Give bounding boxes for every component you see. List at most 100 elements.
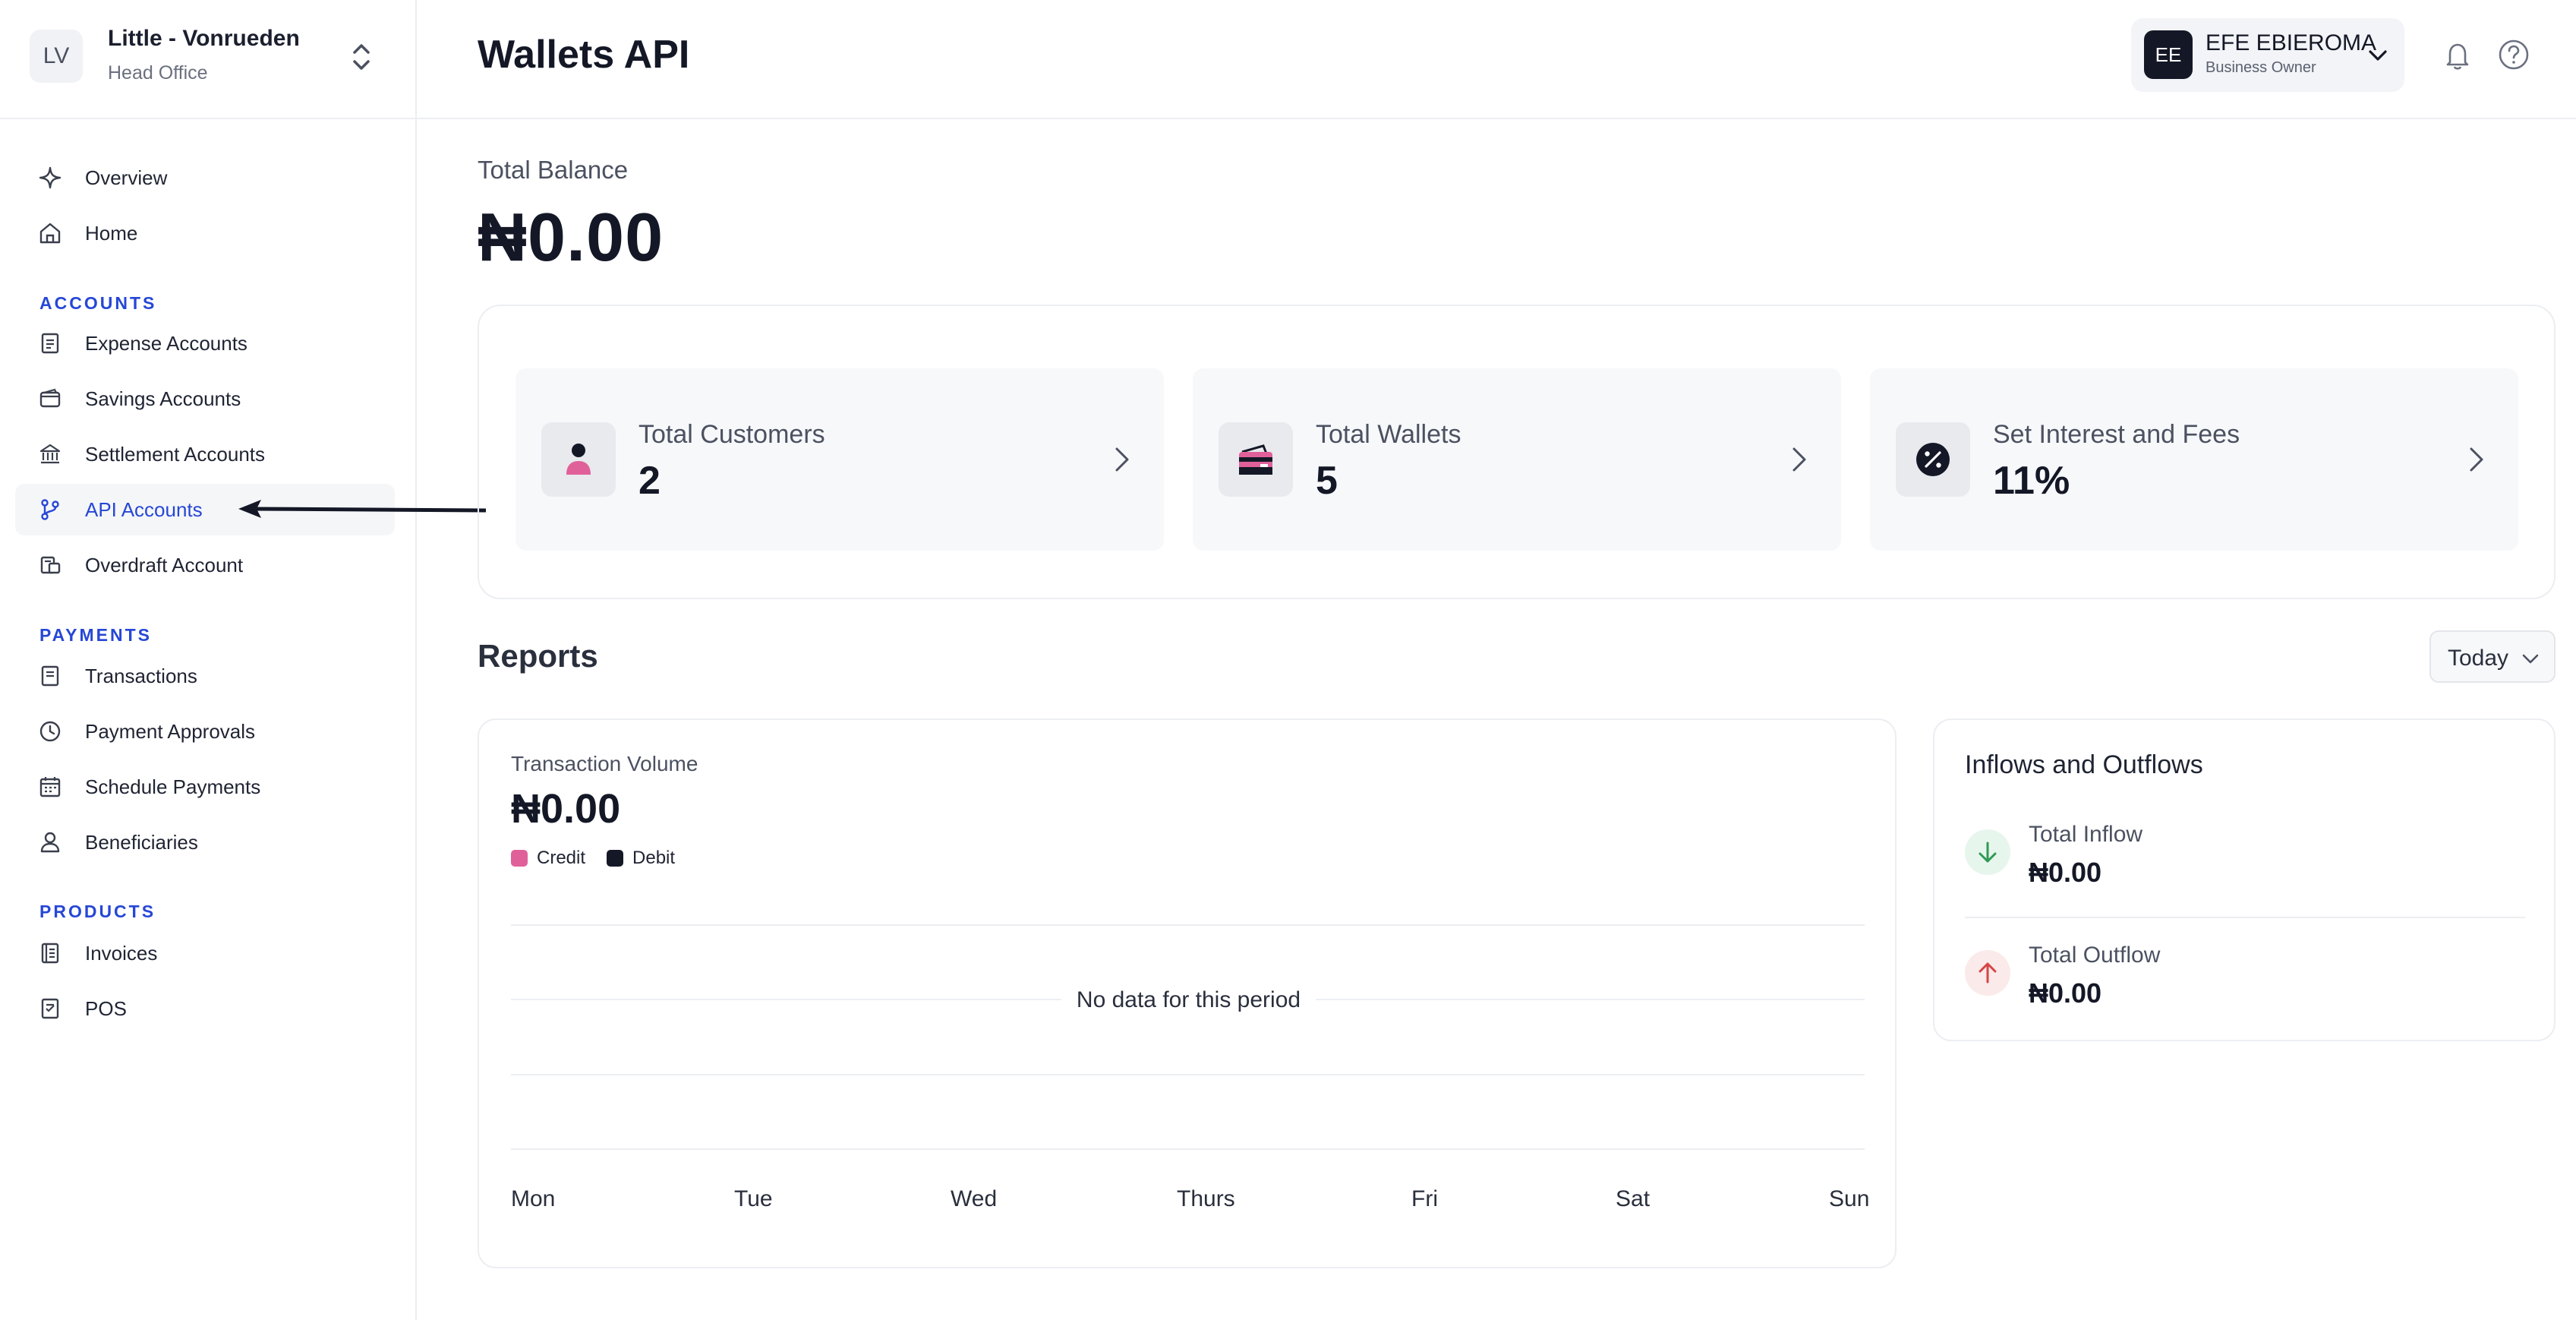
sidebar-item-pos[interactable]: POS xyxy=(15,983,395,1034)
sidebar-item-label: Home xyxy=(85,221,138,245)
stat-label: Total Wallets xyxy=(1316,420,1461,449)
sidebar-item-label: Overdraft Account xyxy=(85,553,244,576)
stat-label: Set Interest and Fees xyxy=(1993,420,2240,449)
home-icon xyxy=(39,223,61,244)
x-tick-label: Sat xyxy=(1616,1186,1651,1211)
total-balance-label: Total Balance xyxy=(478,156,629,184)
chevron-down-icon xyxy=(2522,654,2539,664)
x-tick-label: Tue xyxy=(734,1186,773,1211)
user-menu[interactable]: EE EFE EBIEROMA Business Owner xyxy=(2131,18,2404,92)
help-icon[interactable] xyxy=(2497,38,2530,71)
x-tick-label: Fri xyxy=(1411,1186,1438,1211)
page-title: Wallets API xyxy=(478,33,690,77)
flows-title: Inflows and Outflows xyxy=(1965,750,2203,779)
calendar-icon xyxy=(39,777,61,797)
empty-state: No data for this period xyxy=(479,987,1898,1013)
grid-line xyxy=(511,1074,1865,1075)
outflow-value: ₦0.00 xyxy=(2029,977,2102,1009)
wallet-icon xyxy=(39,388,61,408)
chevron-right-icon xyxy=(1115,447,1129,472)
sidebar-item-beneficiaries[interactable]: Beneficiaries xyxy=(15,816,395,868)
bell-icon[interactable] xyxy=(2442,39,2473,71)
sidebar-item-schedule-payments[interactable]: Schedule Payments xyxy=(15,761,395,813)
user-name: EFE EBIEROMA xyxy=(2206,30,2377,55)
chevron-right-icon xyxy=(2470,447,2483,472)
invoice-icon xyxy=(41,943,59,964)
sidebar-item-savings-accounts[interactable]: Savings Accounts xyxy=(15,373,395,425)
sidebar-item-label: Settlement Accounts xyxy=(85,442,266,466)
stats-card: Total Customers 2 Total Wallets 5 Set In… xyxy=(478,305,2556,599)
divider xyxy=(1965,917,2525,918)
sidebar-item-label: Invoices xyxy=(85,941,158,965)
git-branch-icon xyxy=(41,499,59,520)
stat-value: 5 xyxy=(1316,459,1338,503)
sidebar-item-settlement-accounts[interactable]: Settlement Accounts xyxy=(15,428,395,480)
clock-icon xyxy=(39,721,61,742)
grid-line xyxy=(511,1148,1865,1150)
section-label-payments: PAYMENTS xyxy=(39,625,152,645)
chevron-right-icon xyxy=(1792,447,1806,472)
grid-line xyxy=(511,924,1865,926)
sidebar-item-overview[interactable]: Overview xyxy=(15,152,395,204)
org-branch: Head Office xyxy=(108,62,208,84)
stat-label: Total Customers xyxy=(638,420,825,449)
total-balance-value: ₦0.00 xyxy=(478,200,664,276)
x-tick-label: Thurs xyxy=(1177,1186,1235,1211)
stat-value: 11% xyxy=(1993,459,2070,503)
org-switcher[interactable]: LV Little - Vonrueden Head Office xyxy=(0,0,415,119)
sidebar-item-transactions[interactable]: Transactions xyxy=(15,650,395,702)
stat-total-customers[interactable]: Total Customers 2 xyxy=(516,368,1164,551)
stat-interest-fees[interactable]: Set Interest and Fees 11% xyxy=(1870,368,2518,551)
sidebar-item-label: Overview xyxy=(85,166,168,189)
volume-value: ₦0.00 xyxy=(511,786,621,832)
pos-icon xyxy=(41,998,59,1019)
section-label-accounts: ACCOUNTS xyxy=(39,293,157,313)
arrow-up-icon xyxy=(1965,950,2010,996)
percent-icon xyxy=(1896,422,1970,497)
x-tick-label: Sun xyxy=(1829,1186,1870,1211)
user-role: Business Owner xyxy=(2206,59,2316,76)
receipt-icon xyxy=(41,333,59,354)
legend-swatch-credit xyxy=(511,850,528,867)
person-icon xyxy=(541,422,616,497)
avatar: EE xyxy=(2144,30,2193,79)
stat-total-wallets[interactable]: Total Wallets 5 xyxy=(1193,368,1841,551)
sidebar-item-label: API Accounts xyxy=(85,497,203,521)
sidebar-item-label: Payment Approvals xyxy=(85,719,256,743)
inflow-label: Total Inflow xyxy=(2029,822,2143,847)
legend-label-credit: Credit xyxy=(537,848,586,868)
sidebar-item-label: Transactions xyxy=(85,664,197,687)
sidebar-item-label: Beneficiaries xyxy=(85,830,198,854)
legend-label-debit: Debit xyxy=(632,848,676,868)
user-icon xyxy=(40,832,60,853)
sidebar-item-label: Schedule Payments xyxy=(85,775,261,798)
volume-label: Transaction Volume xyxy=(511,752,698,775)
sidebar-item-expense-accounts[interactable]: Expense Accounts xyxy=(15,317,395,369)
chart-legend: Credit Debit xyxy=(511,848,696,869)
document-icon xyxy=(41,665,59,687)
sidebar-item-invoices[interactable]: Invoices xyxy=(15,927,395,979)
bank-icon xyxy=(39,444,61,464)
reports-title: Reports xyxy=(478,638,598,674)
inflow-value: ₦0.00 xyxy=(2029,857,2102,888)
x-tick-label: Mon xyxy=(511,1186,556,1211)
period-value: Today xyxy=(2448,646,2509,671)
inflows-outflows-card: Inflows and Outflows Total Inflow ₦0.00 … xyxy=(1933,718,2556,1041)
sidebar-item-home[interactable]: Home xyxy=(15,207,395,259)
sidebar: LV Little - Vonrueden Head Office Overvi… xyxy=(0,0,417,1320)
section-label-products: PRODUCTS xyxy=(39,902,156,921)
sparkle-icon xyxy=(39,166,61,189)
sidebar-item-payment-approvals[interactable]: Payment Approvals xyxy=(15,706,395,757)
org-name: Little - Vonrueden xyxy=(108,26,300,51)
sidebar-item-overdraft-account[interactable]: Overdraft Account xyxy=(15,539,395,591)
transaction-volume-card: Transaction Volume ₦0.00 Credit Debit No… xyxy=(478,718,1897,1268)
chevron-up-down-icon[interactable] xyxy=(346,39,377,74)
outflow-label: Total Outflow xyxy=(2029,943,2161,968)
sidebar-item-label: POS xyxy=(85,996,127,1020)
period-select[interactable]: Today xyxy=(2429,630,2556,683)
chevron-down-icon xyxy=(2369,50,2387,61)
x-tick-label: Wed xyxy=(951,1186,998,1211)
empty-state-text: No data for this period xyxy=(1061,987,1316,1012)
org-avatar: LV xyxy=(30,30,83,83)
arrow-down-icon xyxy=(1965,829,2010,875)
